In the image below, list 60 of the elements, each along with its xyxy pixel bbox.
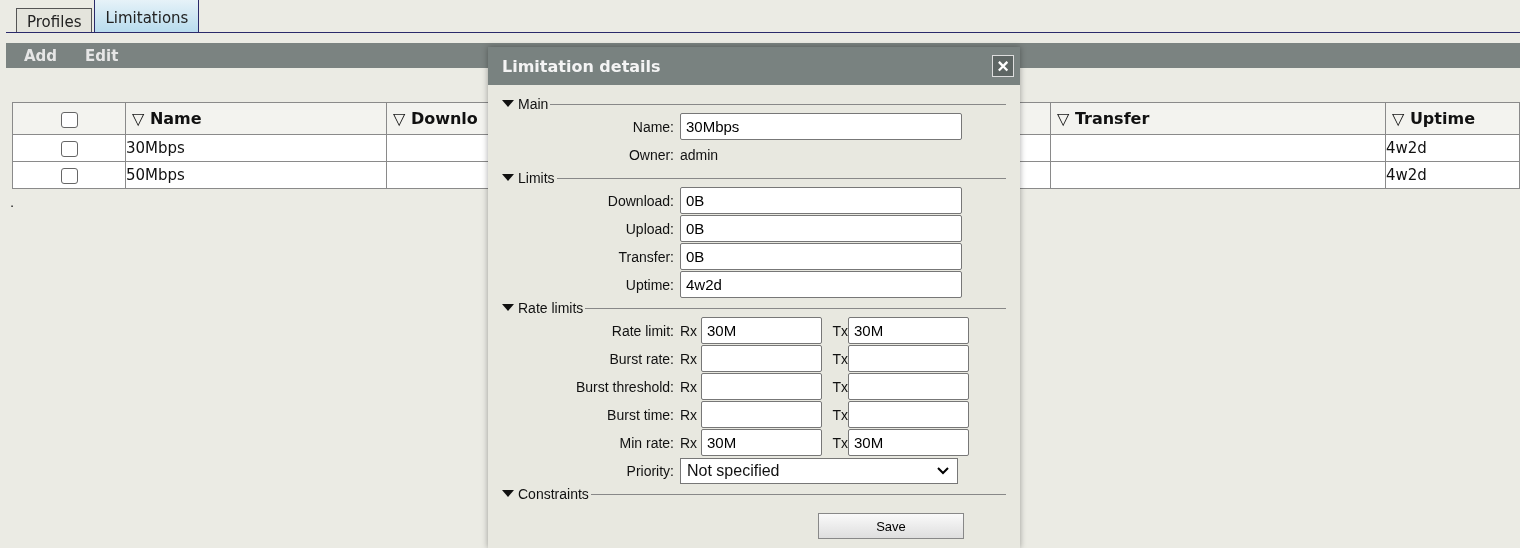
- table-cell: 4w2d: [1386, 166, 1427, 184]
- input-field[interactable]: 30M: [701, 429, 822, 456]
- tx-label: Tx: [831, 378, 848, 395]
- field-label: Burst rate:: [608, 350, 675, 367]
- field-label: Name:: [631, 118, 675, 135]
- section-toggle[interactable]: Rate limits: [502, 300, 584, 316]
- section-toggle[interactable]: Limits: [502, 170, 555, 186]
- field-label: Download:: [606, 192, 675, 209]
- input-field[interactable]: 30M: [848, 317, 969, 344]
- field-value: admin: [680, 146, 719, 163]
- rx-label: Rx: [680, 350, 699, 367]
- field-label: Upload:: [624, 220, 675, 237]
- field-label: Burst time:: [606, 406, 675, 423]
- priority-dropdown[interactable]: Not specified: [680, 457, 958, 484]
- input-field[interactable]: 0B: [680, 215, 962, 242]
- rx-label: Rx: [680, 406, 699, 423]
- field-label: Owner:: [627, 146, 675, 163]
- field-label: Burst threshold:: [574, 378, 675, 395]
- input-field[interactable]: 30Mbps: [680, 113, 962, 140]
- column-header[interactable]: ▽ Name: [125, 102, 387, 135]
- field-label: Priority:: [625, 462, 675, 479]
- checkbox[interactable]: [60, 111, 78, 128]
- input-field[interactable]: [701, 345, 822, 372]
- tx-label: Tx: [831, 406, 848, 423]
- rx-label: Rx: [680, 322, 699, 339]
- tx-label: Tx: [831, 350, 848, 367]
- input-field[interactable]: 30M: [848, 429, 969, 456]
- field-label: Min rate:: [618, 434, 675, 451]
- save-button[interactable]: Save: [818, 513, 964, 539]
- input-field[interactable]: [701, 373, 822, 400]
- checkbox[interactable]: [60, 140, 78, 157]
- section-toggle[interactable]: Main: [502, 96, 549, 112]
- input-field[interactable]: [848, 345, 969, 372]
- table-cell: 50Mbps: [126, 166, 185, 184]
- field-label: Transfer:: [617, 248, 675, 265]
- table-cell: 30Mbps: [126, 139, 185, 157]
- tab[interactable]: Profiles: [16, 8, 93, 32]
- tx-label: Tx: [831, 322, 848, 339]
- rx-label: Rx: [680, 434, 699, 451]
- section-toggle[interactable]: Constraints: [502, 486, 589, 502]
- chevron-down-icon: [937, 466, 949, 475]
- input-field[interactable]: 4w2d: [680, 271, 962, 298]
- field-label: Uptime:: [624, 276, 675, 293]
- input-field[interactable]: [701, 401, 822, 428]
- tx-label: Tx: [831, 434, 848, 451]
- column-header[interactable]: ▽ Transfer: [1050, 102, 1386, 135]
- tab[interactable]: Limitations: [94, 0, 200, 32]
- rx-label: Rx: [680, 378, 699, 395]
- dialog-title: Limitation details: [502, 56, 661, 76]
- input-field[interactable]: [848, 373, 969, 400]
- input-field[interactable]: [848, 401, 969, 428]
- dot-mark: .: [10, 195, 15, 210]
- checkbox[interactable]: [60, 167, 78, 184]
- input-field[interactable]: 0B: [680, 187, 962, 214]
- close-button[interactable]: ×: [992, 55, 1014, 77]
- column-header[interactable]: ▽ Uptime: [1385, 102, 1520, 135]
- table-cell: 4w2d: [1386, 139, 1427, 157]
- input-field[interactable]: 30M: [701, 317, 822, 344]
- field-label: Rate limit:: [610, 322, 675, 339]
- input-field[interactable]: 0B: [680, 243, 962, 270]
